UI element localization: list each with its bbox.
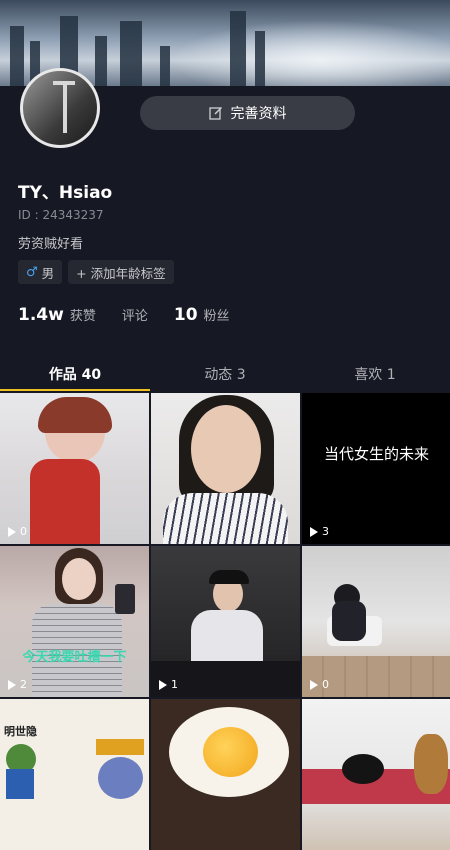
play-icon [159, 679, 167, 690]
thumb-figure [342, 754, 384, 784]
male-icon: ♂ [26, 264, 38, 280]
thumb-overlay-text: 明世隐 [4, 725, 37, 738]
fans-count[interactable]: 10 [174, 305, 198, 325]
play-icon [8, 679, 16, 690]
play-count: 0 [8, 525, 27, 538]
thumb-frog-body [6, 769, 34, 799]
likes-label[interactable]: 获赞 [70, 305, 96, 324]
gender-tag[interactable]: ♂ 男 [18, 260, 63, 284]
fans-label[interactable]: 粉丝 [204, 305, 230, 324]
tab-moments[interactable]: 动态 3 [150, 362, 300, 392]
add-age-tag-button[interactable]: + 添加年龄标签 [68, 260, 174, 284]
cover-building [10, 26, 24, 86]
cover-building [120, 21, 142, 86]
video-thumbnail[interactable]: 明世隐 [0, 699, 149, 850]
video-grid: 0 当代女生的未来 3 今天我要吐槽一下 2 1 0 明世隐 [0, 393, 450, 850]
play-count: 2 [8, 678, 27, 691]
tab-likes[interactable]: 喜欢 1 [300, 362, 450, 392]
edit-icon [208, 106, 222, 120]
tab-works[interactable]: 作品 40 [0, 362, 150, 392]
thumb-face [191, 405, 261, 493]
play-count: 1 [159, 678, 178, 691]
user-id: ID : 24343237 [18, 208, 104, 222]
edit-profile-button[interactable]: 完善资料 [140, 96, 355, 130]
video-thumbnail[interactable] [302, 699, 450, 850]
thumb-outfit [30, 459, 100, 544]
video-thumbnail[interactable] [151, 393, 300, 544]
gender-label: 男 [41, 265, 55, 281]
thumb-egg-yolk [203, 727, 258, 777]
thumb-cartoon-dog [98, 757, 143, 799]
play-count: 0 [310, 678, 329, 691]
play-icon [310, 679, 318, 690]
thumb-phone [115, 584, 135, 614]
content-tabs: 作品 40 动态 3 喜欢 1 [0, 362, 450, 392]
cover-fog [170, 20, 450, 86]
avatar[interactable] [20, 68, 100, 148]
video-thumbnail[interactable]: 今天我要吐槽一下 2 [0, 546, 149, 697]
avatar-lamp-post [63, 83, 67, 133]
thumb-dog [414, 734, 448, 794]
video-thumbnail[interactable]: 0 [302, 546, 450, 697]
video-thumbnail[interactable]: 0 [0, 393, 149, 544]
play-icon [310, 526, 318, 537]
thumb-child-body [332, 601, 366, 641]
stats-row: 1.4w 获赞 评论 10 粉丝 [18, 305, 230, 325]
thumb-cap [209, 570, 249, 584]
tag-row: ♂ 男 + 添加年龄标签 [18, 260, 174, 284]
username: TY、Hsiao [18, 183, 113, 203]
video-thumbnail[interactable]: 当代女生的未来 3 [302, 393, 450, 544]
add-age-tag-label: + 添加年龄标签 [76, 265, 166, 281]
cover-building [255, 31, 265, 86]
cover-building [95, 36, 107, 86]
thumb-label-box [96, 739, 144, 755]
cover-building [230, 11, 246, 86]
comments-label[interactable]: 评论 [122, 305, 148, 324]
play-count: 3 [310, 525, 329, 538]
likes-count[interactable]: 1.4w [18, 305, 64, 325]
edit-profile-label: 完善资料 [230, 106, 287, 122]
thumb-face [62, 558, 96, 600]
video-thumbnail[interactable]: 1 [151, 546, 300, 697]
bio: 劳资贼好看 [18, 237, 84, 252]
thumb-shirt [163, 493, 288, 544]
tab-indicator [0, 389, 150, 391]
thumb-overlay-text: 当代女生的未来 [323, 445, 429, 463]
thumb-hair [38, 397, 112, 433]
cover-building [160, 46, 170, 86]
play-icon [8, 526, 16, 537]
thumb-overlay-text: 今天我要吐槽一下 [22, 650, 127, 665]
video-thumbnail[interactable] [151, 699, 300, 850]
